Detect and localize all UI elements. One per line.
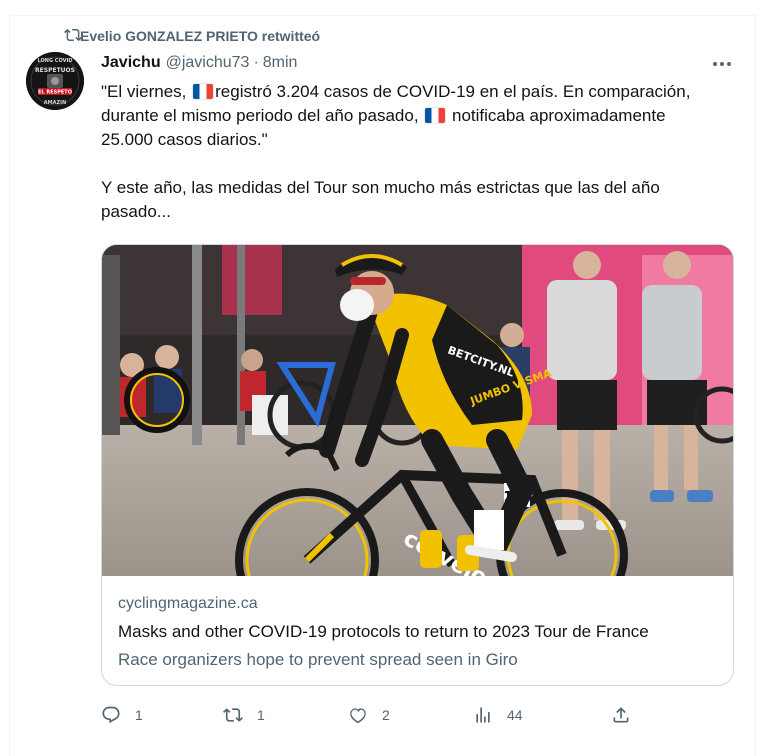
retweet-icon <box>223 708 243 722</box>
retweet-context[interactable]: Evelio GONZALEZ PRIETO retwitteó <box>64 26 321 46</box>
card-title: Masks and other COVID-19 protocols to re… <box>118 622 649 641</box>
more-options-icon[interactable] <box>711 54 733 74</box>
author-name[interactable]: Javichu <box>101 54 161 72</box>
tweet-text: "El viernes, registró 3.204 casos de COV… <box>101 80 721 224</box>
like-button[interactable]: 2 <box>348 702 390 728</box>
tweet-actions: 1 1 2 44 <box>101 702 641 728</box>
avatar-text-top: LONG COVID <box>38 58 73 64</box>
avatar-image: LONG COVID RESPETUOS EL RESPETO AMAZIN <box>26 52 84 110</box>
avatar-text-mid: RESPETUOS <box>35 67 75 74</box>
heart-icon <box>350 708 366 724</box>
link-card[interactable]: cervélo 141 BETCITY.NL JUMBO VISMA cycli… <box>101 244 734 686</box>
france-flag-icon <box>193 84 214 99</box>
avatar[interactable]: LONG COVID RESPETUOS EL RESPETO AMAZIN <box>26 52 84 110</box>
avatar-text-badge: EL RESPETO <box>38 90 72 96</box>
reply-button[interactable]: 1 <box>101 702 143 728</box>
retweet-icon <box>64 28 82 42</box>
separator-dot: · <box>253 54 259 71</box>
tweet-text-paragraph-2: Y este año, las medidas del Tour son muc… <box>101 178 665 221</box>
retweet-text: Evelio GONZALEZ PRIETO retwitteó <box>80 28 321 44</box>
share-button[interactable] <box>611 702 631 728</box>
views-count: 44 <box>507 707 523 723</box>
france-flag-icon <box>425 108 446 123</box>
views-chart-icon <box>476 707 490 723</box>
author-handle[interactable]: @javichu73 <box>166 54 250 72</box>
card-image: cervélo 141 BETCITY.NL JUMBO VISMA <box>102 245 733 576</box>
card-description: Race organizers hope to prevent spread s… <box>118 650 518 669</box>
tweet-text-part-1: "El viernes, <box>101 82 192 101</box>
share-icon <box>613 707 629 723</box>
retweet-button[interactable]: 1 <box>223 702 265 728</box>
tweet-header: Javichu @javichu73 · 8min <box>101 52 297 74</box>
tweet-timestamp[interactable]: 8min <box>263 54 298 72</box>
reply-icon <box>102 706 120 724</box>
avatar-text-bottom: AMAZIN <box>44 100 66 106</box>
card-domain: cyclingmagazine.ca <box>118 595 258 612</box>
like-count: 2 <box>382 707 390 723</box>
views-button[interactable]: 44 <box>473 702 523 728</box>
retweet-count: 1 <box>257 707 265 723</box>
reply-count: 1 <box>135 707 143 723</box>
